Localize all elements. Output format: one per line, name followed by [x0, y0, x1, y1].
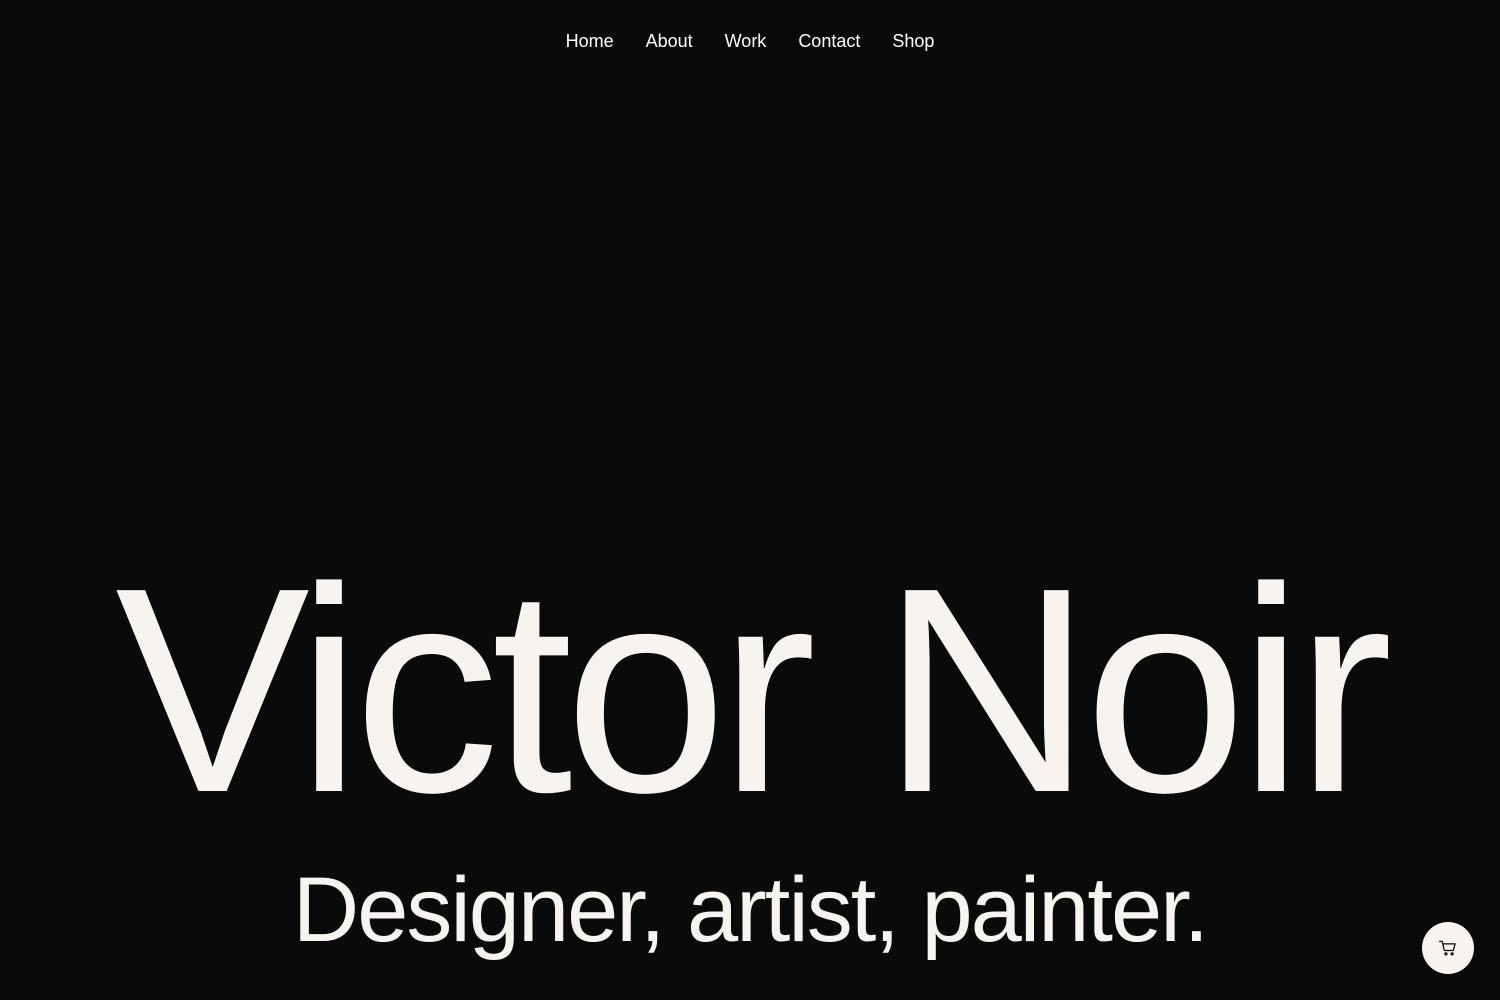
hero-tagline: Designer, artist, painter.: [292, 859, 1210, 961]
hero-name: Victor Noir: [115, 527, 1393, 853]
nav-link-shop[interactable]: Shop: [892, 27, 934, 55]
shopping-cart-icon: [1438, 938, 1458, 958]
cart-button[interactable]: [1422, 922, 1474, 974]
nav-link-about[interactable]: About: [646, 27, 693, 55]
page: Home About Work Contact Shop Victor Noir…: [0, 0, 1500, 1000]
top-navigation: Home About Work Contact Shop: [0, 27, 1500, 55]
nav-link-contact[interactable]: Contact: [798, 27, 860, 55]
nav-link-work[interactable]: Work: [725, 27, 767, 55]
nav-link-home[interactable]: Home: [566, 27, 614, 55]
